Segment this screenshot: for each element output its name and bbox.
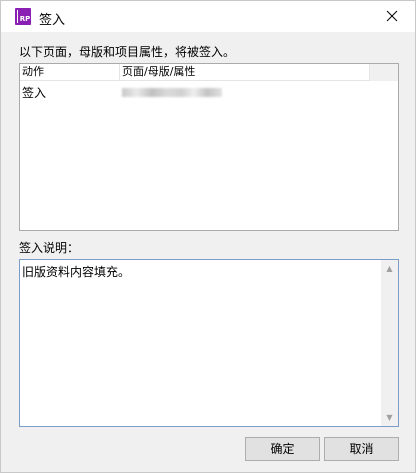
- list-item-name-redacted: [120, 86, 222, 97]
- check-in-dialog: RP 签入 以下页面，母版和项目属性，将被签入。 动作 页面/母版/属性 签入 …: [0, 0, 416, 473]
- check-in-note-text: 旧版资料内容填充。: [22, 265, 131, 279]
- title-bar: RP 签入: [1, 1, 415, 32]
- list-header: 动作 页面/母版/属性: [20, 64, 398, 81]
- column-header-item[interactable]: 页面/母版/属性: [120, 64, 370, 81]
- window-title: 签入: [39, 13, 66, 28]
- scroll-down-icon[interactable]: ▼: [381, 409, 398, 426]
- close-icon: [386, 10, 398, 22]
- ok-button[interactable]: 确定: [245, 437, 320, 461]
- column-header-action[interactable]: 动作: [20, 64, 120, 81]
- check-in-note-textarea[interactable]: 旧版资料内容填充。 ▲ ▼: [19, 259, 399, 427]
- note-label: 签入说明：: [19, 241, 80, 255]
- vertical-scrollbar[interactable]: ▲ ▼: [381, 260, 398, 426]
- items-list[interactable]: 动作 页面/母版/属性 签入: [19, 63, 399, 231]
- column-header-filler: [370, 64, 398, 81]
- list-item-action: 签入: [22, 86, 47, 100]
- scroll-up-icon[interactable]: ▲: [381, 260, 398, 277]
- cancel-button[interactable]: 取消: [324, 437, 399, 461]
- close-button[interactable]: [369, 1, 415, 32]
- instruction-text: 以下页面，母版和项目属性，将被签入。: [19, 45, 236, 59]
- list-item[interactable]: 签入: [20, 83, 398, 101]
- axure-rp-app-icon: RP: [15, 8, 31, 25]
